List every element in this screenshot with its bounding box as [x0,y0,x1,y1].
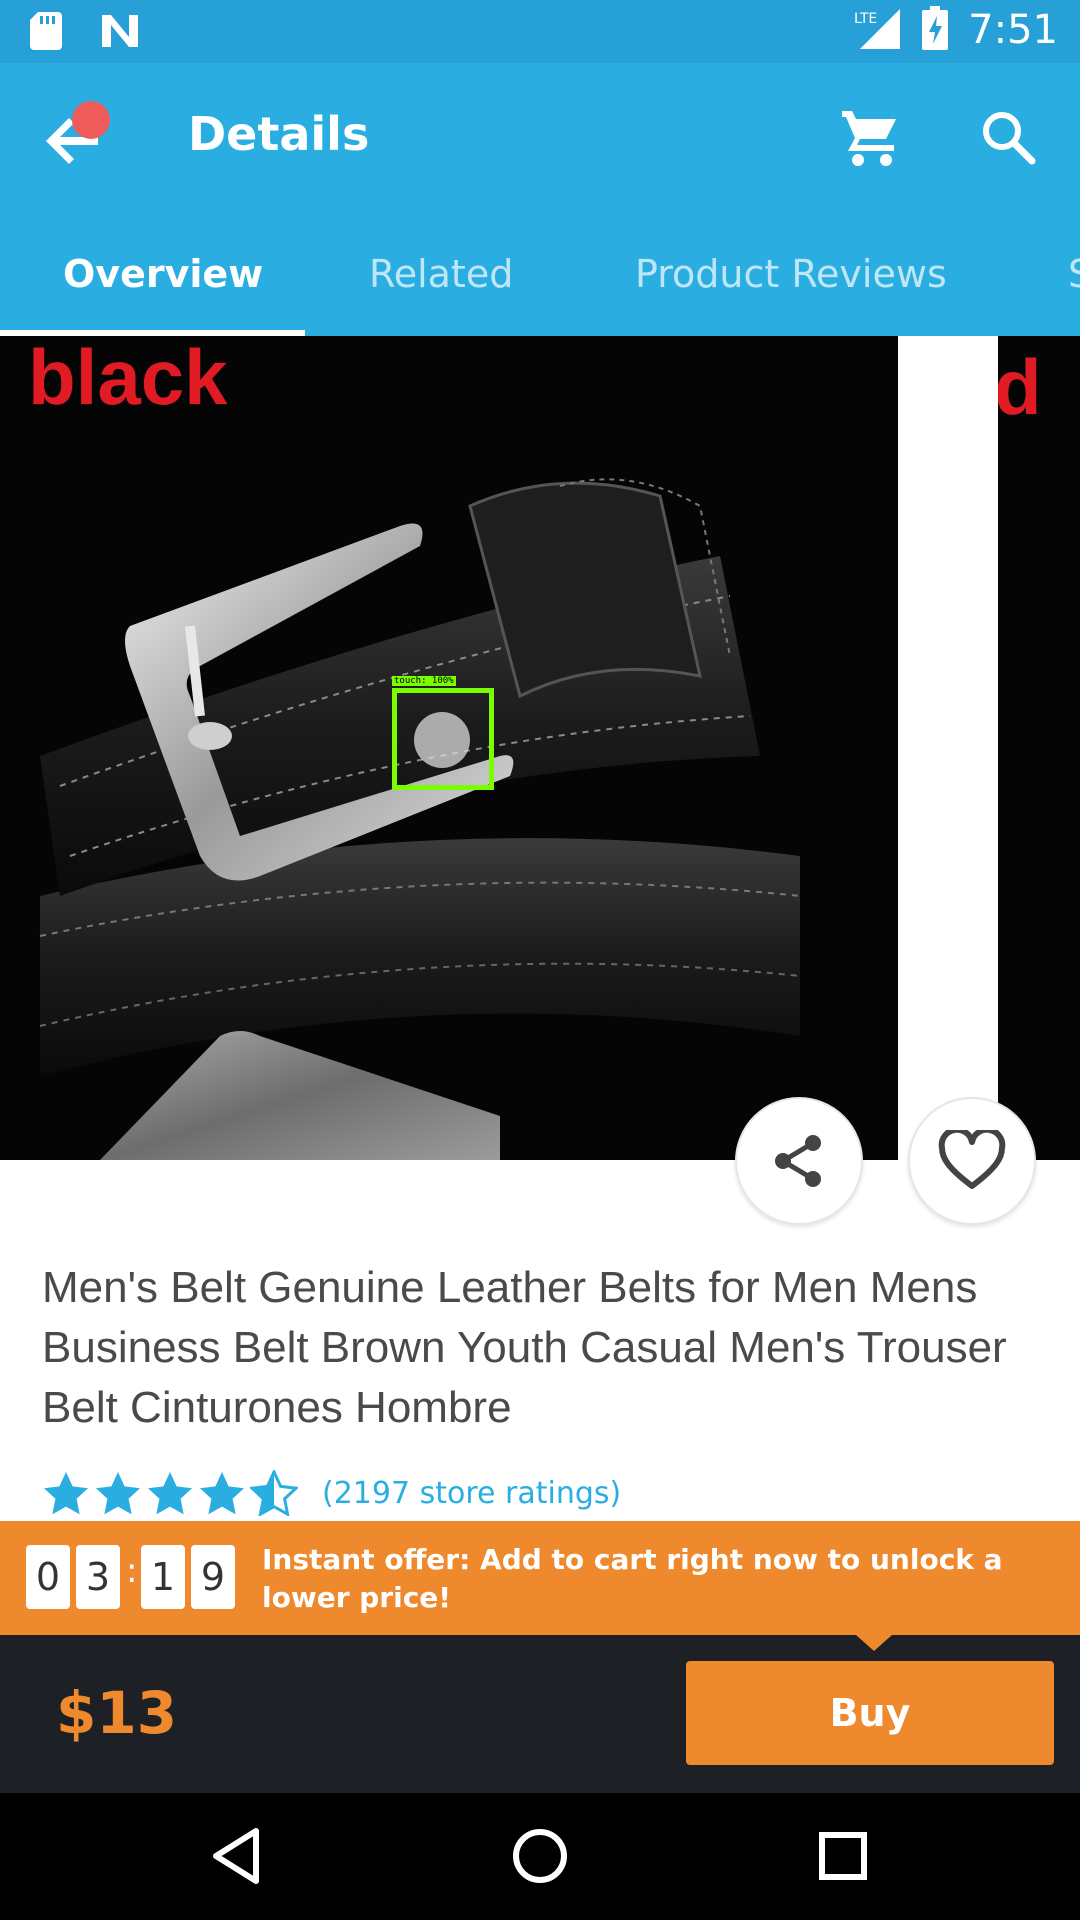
share-icon [775,1135,821,1187]
page-title: Details [188,107,370,161]
buy-bar: $13 Buy [0,1635,1080,1793]
timer-digit: 3 [76,1545,120,1609]
timer-digit: 1 [141,1545,185,1609]
buy-button[interactable]: Buy [686,1661,1054,1765]
product-image[interactable]: black touch: 100% [0,336,898,1160]
instant-offer-banner[interactable]: 0 3 : 1 9 Instant offer: Add to cart rig… [0,1521,1080,1635]
nav-home-icon [513,1829,567,1883]
nav-recents-button[interactable] [810,1823,876,1889]
timer-digit: 0 [26,1545,70,1609]
offer-pointer [856,1635,892,1651]
tab-partial[interactable]: S [1068,252,1080,296]
n-notification-icon [100,13,140,53]
nav-back-button[interactable] [204,1823,270,1889]
price: $13 [56,1679,178,1747]
next-product-image[interactable]: d [998,336,1080,1160]
tab-overview[interactable]: Overview [63,252,263,296]
signal-icon: LTE [854,7,902,53]
cart-button[interactable] [838,105,902,169]
status-bar: LTE 7:51 [0,0,1080,63]
touch-indicator-dot [414,712,470,768]
rating-row[interactable]: (2197 store ratings) [42,1470,621,1516]
next-color-label: d [998,343,1042,431]
nav-back-icon [213,1828,259,1884]
star-icon [200,1472,244,1515]
timer-separator: : [126,1551,138,1591]
heart-icon [938,1130,1006,1189]
color-label: black [28,336,228,421]
tab-bar: Overview Related Product Reviews S [0,208,1080,336]
product-gallery[interactable]: black touch: 100% d [0,336,1080,1160]
system-nav-bar [0,1793,1080,1920]
network-label: LTE [854,11,877,27]
sd-card-icon [30,12,62,54]
star-icon [96,1472,140,1515]
nav-home-button[interactable] [507,1823,573,1889]
store-ratings-link[interactable]: (2197 store ratings) [322,1476,621,1511]
star-icon [44,1472,88,1515]
rating-stars [42,1470,298,1516]
app-bar: Details [0,63,1080,208]
touch-overlay-label: touch: 100% [392,676,456,686]
favorite-button[interactable] [908,1097,1036,1225]
nav-recents-icon [819,1832,867,1880]
status-time: 7:51 [968,7,1058,53]
tab-product-reviews[interactable]: Product Reviews [635,252,947,296]
tab-related[interactable]: Related [369,252,513,296]
offer-text: Instant offer: Add to cart right now to … [262,1543,1003,1614]
cart-icon [842,111,896,166]
star-icon [148,1472,192,1515]
product-title: Men's Belt Genuine Leather Belts for Men… [42,1263,1007,1432]
star-half-icon [250,1470,298,1516]
screen: LTE 7:51 Details Overview Related Produc… [0,0,1080,1920]
notification-dot [72,101,110,139]
search-icon [983,112,1036,165]
share-button[interactable] [735,1097,863,1225]
battery-charging-icon [922,6,949,54]
timer-digit: 9 [191,1545,235,1609]
search-button[interactable] [976,105,1040,169]
